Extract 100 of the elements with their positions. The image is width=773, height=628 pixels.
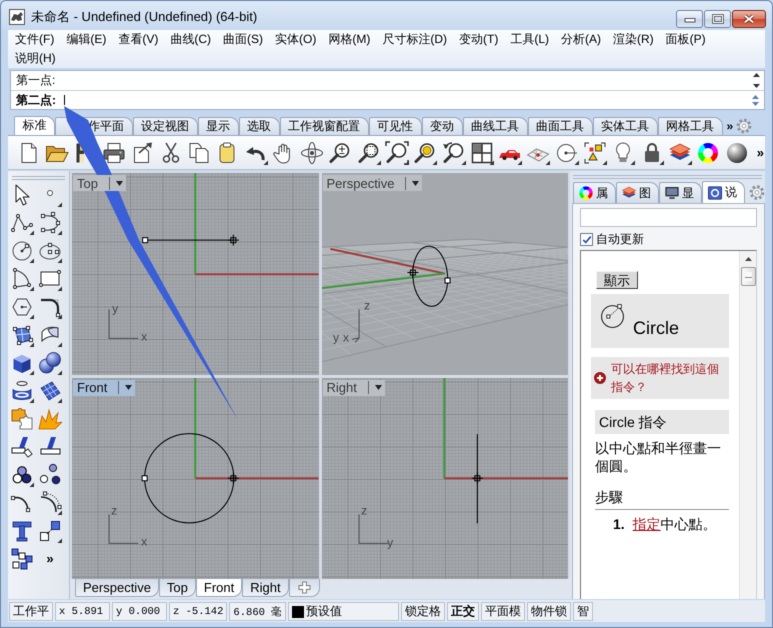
- magnifier-plus-minus-icon[interactable]: [328, 140, 352, 164]
- copy-pages-icon[interactable]: [186, 140, 211, 164]
- viewport[interactable]: Right z y: [322, 378, 568, 579]
- move-squares-icon[interactable]: [38, 519, 62, 543]
- toolbar-tab[interactable]: 网格工具: [658, 117, 722, 135]
- viewport-title-tab[interactable]: Right: [322, 380, 385, 396]
- burst-icon[interactable]: [38, 407, 62, 431]
- ellipse-curve[interactable]: [412, 246, 448, 307]
- sphere-icon[interactable]: [724, 140, 749, 164]
- toolbar-tab[interactable]: 可见性: [368, 117, 422, 135]
- show-button[interactable]: 顯示: [596, 271, 638, 289]
- rectangle-icon[interactable]: [38, 267, 62, 291]
- more-tools-button[interactable]: »: [46, 551, 54, 567]
- toolbar-tab[interactable]: 设定视图: [132, 117, 198, 135]
- puzzle-pieces-icon[interactable]: [10, 407, 34, 431]
- toolbar-tab[interactable]: 标准: [14, 116, 55, 135]
- menu-item[interactable]: 文件(F): [9, 30, 60, 49]
- control-point-curve-icon[interactable]: [38, 211, 62, 235]
- mesh-icon[interactable]: [38, 379, 62, 403]
- scrollbar-track[interactable]: [739, 251, 756, 599]
- blade-trim-icon[interactable]: [10, 435, 34, 459]
- menu-item[interactable]: 曲面(S): [217, 30, 269, 49]
- search-field[interactable]: [580, 208, 757, 227]
- viewport-title-tab[interactable]: Front: [73, 380, 136, 396]
- four-pane-icon[interactable]: [470, 140, 494, 164]
- scroll-up-icon[interactable]: [752, 72, 760, 78]
- settings-icon[interactable]: [736, 118, 752, 134]
- toolbar-tab[interactable]: 显示: [198, 117, 238, 135]
- viewport-tab[interactable]: Right: [242, 579, 289, 597]
- menu-item[interactable]: 面板(P): [660, 30, 712, 49]
- magnifier-arrow-icon[interactable]: [442, 140, 466, 164]
- polyline-icon[interactable]: [10, 211, 34, 235]
- curve-line[interactable]: [476, 433, 478, 524]
- status-toggle[interactable]: 智: [573, 602, 594, 621]
- menu-item[interactable]: 变动(T): [453, 30, 504, 49]
- help-link[interactable]: 可以在哪裡找到這個指令？: [611, 360, 727, 396]
- settings-icon[interactable]: [749, 184, 765, 201]
- viewport-tab[interactable]: Front: [196, 579, 242, 597]
- layer-pane[interactable]: 预设值: [288, 602, 400, 621]
- viewport[interactable]: Top y x: [72, 173, 318, 374]
- crosshair-marker-icon[interactable]: [470, 472, 483, 484]
- scroll-up-icon[interactable]: [744, 256, 752, 262]
- magnifier-dashed-box-icon[interactable]: [356, 140, 381, 164]
- status-toggle[interactable]: 锁定格: [401, 602, 446, 621]
- status-toggle[interactable]: 物件锁: [527, 602, 572, 621]
- scroll-down-icon[interactable]: [752, 83, 760, 89]
- toolbar-tab[interactable]: 曲线工具: [462, 117, 528, 135]
- spheres-icon[interactable]: [38, 351, 62, 375]
- viewport[interactable]: Perspective z y x: [322, 173, 568, 374]
- offset-curve-icon[interactable]: [38, 491, 62, 515]
- toolbar-tab[interactable]: 变动: [422, 117, 462, 135]
- caret-icon[interactable]: [374, 385, 382, 390]
- toolbar-tab[interactable]: 实体工具: [592, 117, 658, 135]
- color-wheel-icon[interactable]: [696, 140, 720, 164]
- orbit-icon[interactable]: [300, 140, 324, 164]
- magnifier-dot-icon[interactable]: [413, 140, 438, 164]
- menu-item[interactable]: 说明(H): [9, 49, 62, 68]
- spin-arrows-icon[interactable]: [751, 94, 760, 106]
- more-tabs-button[interactable]: »: [726, 118, 734, 135]
- surface-patch-icon[interactable]: [10, 323, 34, 347]
- toolbar-tab[interactable]: 工作视窗配置: [280, 117, 368, 135]
- minimize-button[interactable]: [676, 10, 703, 28]
- scattered-circles-icon[interactable]: [38, 463, 62, 487]
- select-shapes-icon[interactable]: [583, 140, 608, 164]
- status-toggle[interactable]: 平面模: [481, 602, 526, 621]
- panel-tab[interactable]: 说: [702, 181, 745, 203]
- magnifier-brackets-icon[interactable]: [385, 140, 409, 164]
- command-input[interactable]: 第二点:: [11, 91, 748, 109]
- menu-item[interactable]: 尺寸标注(D): [376, 30, 453, 49]
- text-icon[interactable]: [10, 519, 34, 543]
- menu-item[interactable]: 编辑(E): [60, 30, 112, 49]
- panel-tab[interactable]: 显: [659, 182, 702, 203]
- maximize-button[interactable]: [704, 10, 731, 28]
- square-marker-icon[interactable]: [444, 278, 450, 284]
- toolbar-tab[interactable]: 曲面工具: [528, 117, 592, 135]
- menu-item[interactable]: 工具(L): [504, 30, 555, 49]
- add-tab-button[interactable]: [288, 579, 320, 597]
- circle-curve[interactable]: [144, 432, 234, 523]
- menu-item[interactable]: 渲染(R): [607, 30, 660, 49]
- viewport[interactable]: Front z x: [72, 378, 318, 579]
- caret-icon[interactable]: [125, 385, 132, 390]
- more-tools-button[interactable]: »: [756, 145, 764, 160]
- step-link[interactable]: 指定: [632, 516, 661, 532]
- panel-tab[interactable]: 属: [573, 182, 616, 203]
- checkbox[interactable]: [580, 232, 593, 246]
- menu-item[interactable]: 查看(V): [112, 30, 164, 49]
- viewport-tab[interactable]: Top: [158, 579, 196, 597]
- cylinder-icon[interactable]: [10, 379, 34, 403]
- menu-item[interactable]: 分析(A): [555, 30, 607, 49]
- circle-cluster-icon[interactable]: [10, 463, 34, 487]
- toolbar-tab[interactable]: 选取: [238, 117, 280, 135]
- viewport-title-tab[interactable]: Top: [73, 175, 126, 191]
- menu-item[interactable]: 曲线(C): [164, 30, 217, 49]
- close-button[interactable]: [732, 10, 766, 28]
- arc-icon[interactable]: [10, 267, 34, 291]
- square-array-icon[interactable]: [10, 547, 34, 571]
- crosshair-marker-icon[interactable]: [227, 472, 240, 484]
- square-marker-icon[interactable]: [142, 474, 148, 481]
- printer-icon[interactable]: [102, 140, 126, 164]
- menu-item[interactable]: 网格(M): [322, 30, 376, 49]
